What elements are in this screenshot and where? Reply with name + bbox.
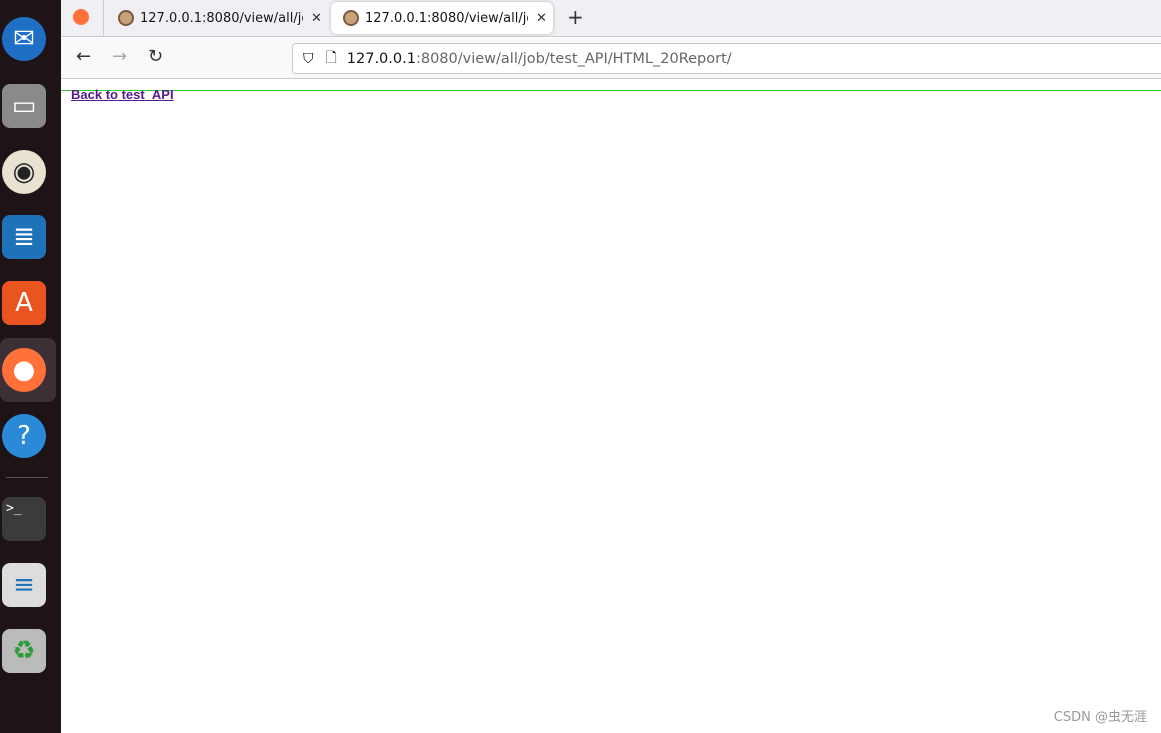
tab-bar: 127.0.0.1:8080/view/all/job/test_API/HTM… <box>61 0 1161 37</box>
trash-icon[interactable]: ♻ <box>2 629 46 673</box>
firefox-icon[interactable]: ● <box>2 348 46 392</box>
shield-icon[interactable]: ⛉ <box>303 51 314 67</box>
jenkins-icon <box>118 10 134 26</box>
close-tab-icon[interactable]: ✕ <box>311 11 322 26</box>
reload-button[interactable]: ↻ <box>148 46 163 67</box>
nav-bar: ← → ↻ ⛉ 🗋 127.0.0.1:8080/view/all/job/te… <box>61 38 1161 79</box>
firefox-view-icon[interactable] <box>73 9 89 25</box>
tab-divider <box>103 0 104 37</box>
ubuntu-dock: ✉ ▭ ◉ ≣ A ● ? >_ ≡ ♻ <box>0 0 61 733</box>
url-host: 127.0.0.1 <box>346 50 416 67</box>
back-to-project-link[interactable]: Back to test_API <box>71 87 174 102</box>
close-tab-icon[interactable]: ✕ <box>536 11 547 26</box>
page-content: Back to test_API CSDN @虫无涯 <box>61 79 1161 733</box>
terminal-icon[interactable]: >_ <box>2 497 46 541</box>
tab-title: 127.0.0.1:8080/view/all/job/test_API/HTM… <box>365 10 528 26</box>
dock-separator <box>6 477 48 478</box>
forward-button[interactable]: → <box>112 46 127 67</box>
text-editor-icon[interactable]: ≡ <box>2 563 46 607</box>
files-icon[interactable]: ▭ <box>2 84 46 128</box>
url-path: :8080/view/all/job/test_API/HTML_20Repor… <box>415 50 732 67</box>
tab-title: 127.0.0.1:8080/view/all/job/test_API/HTM… <box>140 10 303 26</box>
page-icon: 🗋 <box>325 49 337 66</box>
writer-icon[interactable]: ≣ <box>2 215 46 259</box>
app-center-icon[interactable]: A <box>2 281 46 325</box>
jenkins-icon <box>343 10 359 26</box>
watermark: CSDN @虫无涯 <box>1053 710 1147 725</box>
rhythmbox-icon[interactable]: ◉ <box>2 150 46 194</box>
tab-1[interactable]: 127.0.0.1:8080/view/all/job/test_API/HTM… <box>106 2 322 34</box>
back-button[interactable]: ← <box>76 46 91 67</box>
horizontal-rule <box>61 90 1161 91</box>
help-icon[interactable]: ? <box>2 414 46 458</box>
new-tab-button[interactable]: + <box>567 5 584 29</box>
url-bar[interactable]: ⛉ 🗋 127.0.0.1:8080/view/all/job/test_API… <box>292 43 1161 74</box>
thunderbird-icon[interactable]: ✉ <box>2 17 46 61</box>
tab-2-active[interactable]: 127.0.0.1:8080/view/all/job/test_API/HTM… <box>331 2 553 34</box>
